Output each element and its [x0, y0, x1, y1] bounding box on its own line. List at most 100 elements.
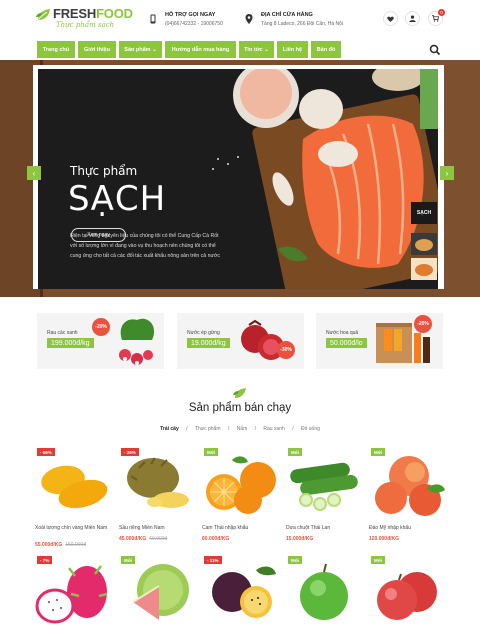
current-price: 60.000đ/KG	[202, 536, 230, 542]
product-image	[132, 564, 189, 620]
slider-next-button[interactable]: ›	[440, 166, 454, 180]
support-phone: (04)66742332 - 19006750	[165, 21, 223, 27]
thumb-image	[411, 258, 437, 280]
promo-label: Rau các xanh	[47, 330, 78, 336]
product-image	[206, 456, 276, 514]
promo-label: Nước ép gừng	[187, 330, 220, 336]
new-badge: Mới	[371, 556, 386, 564]
product-price: 15.000đ/KG	[286, 536, 316, 542]
nav-contact[interactable]: Liên hệ	[277, 41, 308, 58]
wishlist-button[interactable]	[383, 11, 398, 26]
tab-food[interactable]: Thực phẩm	[195, 426, 221, 432]
section-title: Sản phẩm bán chạy	[188, 402, 292, 414]
product-name[interactable]: Đào Mỹ nhập khẩu	[369, 524, 449, 532]
promo-banner-juice[interactable]: Nước ép gừng 19.000đ/kg -30%	[177, 313, 304, 369]
brand-food: FOOD	[96, 6, 133, 21]
product-price: 55.000đ/KG 150.000đ	[35, 542, 86, 548]
address-value: Tầng 8 Ladeco, 266 Đội Cấn, Hà Nội	[261, 21, 343, 27]
phone-icon	[150, 14, 156, 24]
product-image	[375, 456, 445, 516]
current-price: 120.000đ/KG	[369, 536, 400, 542]
product-image	[300, 563, 348, 620]
slider-thumb-1[interactable]: SẠCH	[411, 202, 437, 224]
tab-vegetables[interactable]: Rau xanh	[263, 426, 284, 432]
nav-news[interactable]: Tin tức ⌄	[239, 41, 274, 58]
promo-discount-badge: -30%	[277, 341, 295, 359]
account-button[interactable]	[405, 11, 420, 26]
store-address[interactable]: ĐỊA CHỈ CỬA HÀNG Tầng 8 Ladeco, 266 Đội …	[245, 12, 355, 32]
product-name[interactable]: Xoài tượng chín vàng Miền Nam	[35, 524, 115, 532]
address-title: ĐỊA CHỈ CỬA HÀNG	[261, 12, 313, 18]
heart-icon	[387, 16, 394, 22]
discount-badge: - 7%	[37, 556, 53, 564]
promo-price: 50.000đ/lo	[326, 338, 367, 348]
leaf-icon	[36, 9, 50, 22]
cart-icon	[432, 15, 439, 22]
main-nav: Trang chủ Giới thiệu Sản phẩm ⌄ Hướng dẫ…	[0, 40, 480, 59]
hero-cta-button[interactable]: Xem ngay	[71, 228, 126, 242]
current-price: 55.000đ/KG	[35, 542, 63, 548]
tab-drinks[interactable]: Đồ uống	[301, 426, 320, 432]
nav-home[interactable]: Trang chủ	[37, 41, 75, 58]
leaf-icon	[233, 388, 246, 398]
hero-subtitle: Thực phẩm	[70, 164, 138, 178]
discount-badge: - 11%	[204, 556, 222, 564]
cart-count-badge: 0	[438, 9, 445, 16]
new-badge: Mới	[371, 448, 386, 456]
tab-separator: /	[227, 426, 230, 432]
promo-discount-badge: -20%	[414, 315, 432, 333]
new-badge: Mới	[121, 556, 136, 564]
tab-separator: /	[254, 426, 257, 432]
product-price: 60.000đ/KG	[202, 536, 232, 542]
user-icon	[409, 15, 416, 22]
product-price: 120.000đ/KG	[369, 536, 402, 542]
tab-separator: /	[186, 426, 188, 432]
nav-buying-guide[interactable]: Hướng dẫn mua hàng	[165, 41, 236, 58]
slider-thumb-3[interactable]	[411, 258, 437, 280]
slider-prev-button[interactable]: ‹	[27, 166, 41, 180]
thumb-image	[411, 233, 437, 255]
product-image	[127, 457, 189, 508]
current-price: 15.000đ/KG	[286, 536, 314, 542]
category-tabs: Trái cây / Thực phẩm / Nấm / Rau xanh / …	[0, 426, 480, 432]
current-price: 45.000đ/KG	[119, 536, 147, 542]
promo-banner-vegetables[interactable]: Rau các xanh 199.000đ/kg -20%	[37, 313, 164, 369]
product-image	[377, 572, 437, 620]
support-contact[interactable]: HỖ TRỢ GỌI NGAY (04)66742332 - 19006750	[149, 12, 244, 32]
promo-price: 19.000đ/kg	[187, 338, 230, 348]
discount-badge: - 66%	[37, 448, 55, 456]
brand-name: FRESHFOOD	[53, 6, 133, 21]
cart-button[interactable]: 0	[428, 9, 445, 26]
nav-about[interactable]: Giới thiệu	[78, 41, 116, 58]
promo-discount-badge: -20%	[92, 318, 110, 336]
tagline: Thực phẩm sạch	[56, 21, 115, 29]
product-name[interactable]: Dưa chuột Thái Lan	[286, 524, 366, 532]
support-title: HỖ TRỢ GỌI NGAY	[165, 12, 216, 18]
promo-label: Nước hoa quả	[326, 330, 359, 336]
product-image	[212, 566, 276, 618]
product-price: 45.000đ/KG 60.000đ	[119, 536, 167, 542]
old-price: 60.000đ	[149, 536, 168, 542]
tab-mushroom[interactable]: Nấm	[237, 426, 248, 432]
tab-fruits[interactable]: Trái cây	[160, 426, 179, 432]
promo-banner-fruit-juice[interactable]: Nước hoa quả 50.000đ/lo -20%	[316, 313, 443, 369]
hero-title: SẠCH	[68, 179, 167, 219]
header: FRESHFOOD Thực phẩm sạch HỖ TRỢ GỌI NGAY…	[0, 0, 480, 36]
hero-slider[interactable]: Thực phẩm SẠCH Hiện tại vùng nguyên liệu…	[0, 60, 480, 297]
product-name[interactable]: Cam Thái nhập khẩu	[202, 524, 282, 532]
radish-image	[119, 318, 155, 365]
product-image	[35, 565, 108, 624]
product-image	[290, 462, 358, 511]
slider-thumb-2[interactable]	[411, 233, 437, 255]
nav-map[interactable]: Bản đồ	[311, 41, 341, 58]
logo[interactable]: FRESHFOOD Thực phẩm sạch	[36, 6, 136, 32]
nav-products[interactable]: Sản phẩm ⌄	[119, 41, 162, 58]
promo-price: 199.000đ/kg	[47, 338, 94, 348]
discount-badge: - 25%	[121, 448, 139, 456]
location-icon	[245, 14, 253, 24]
product-name[interactable]: Sầu riêng Miền Nam	[119, 524, 199, 532]
old-price: 150.000đ	[65, 542, 87, 548]
new-badge: Mới	[288, 448, 303, 456]
brand-fresh: FRESH	[53, 6, 97, 21]
search-icon[interactable]	[428, 43, 442, 57]
